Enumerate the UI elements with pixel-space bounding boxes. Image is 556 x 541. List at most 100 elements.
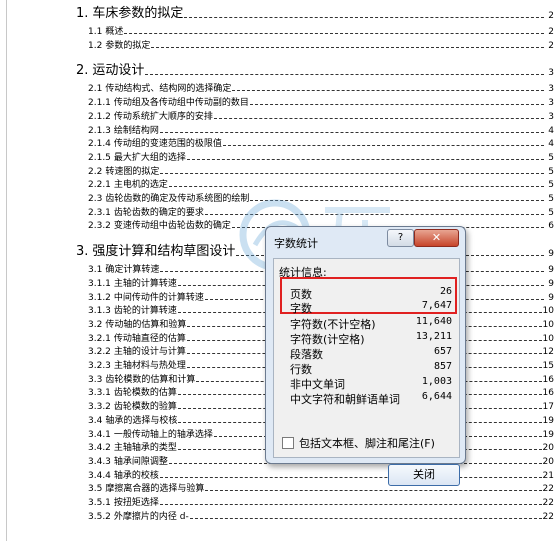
toc-entry[interactable]: 3.5 摩擦离合器的选择与验算 22 [0, 481, 556, 494]
toc-title: 主电机的选定 [113, 180, 168, 191]
toc-page-number: 16 [542, 388, 554, 399]
stat-row-cjk-chars: 中文字符和朝鲜语单词 6,644 [290, 391, 452, 407]
toc-number: 3. [76, 244, 89, 260]
toc-page-number: 5 [548, 207, 554, 218]
toc-title: 传动系统扩大顺序的安排 [113, 111, 213, 122]
toc-entry[interactable]: 2.1.1 传动组及各传动组中传动副的数目 3 [0, 95, 556, 108]
dialog-title: 字数统计 [274, 237, 318, 250]
toc-page-number: 17 [542, 402, 554, 413]
toc-entry[interactable]: 2.3.1 齿轮齿数的确定的要求 5 [0, 205, 556, 218]
toc-entry[interactable]: 2.2 转速图的拟定 5 [0, 164, 556, 177]
stat-label: 段落数 [290, 348, 323, 361]
toc-entry[interactable]: 2.1 传动结构式、结构网的选择确定 3 [0, 81, 556, 94]
toc-page-number: 19 [542, 429, 554, 440]
toc-page-number: 9 [548, 278, 554, 289]
toc-number: 2. [76, 63, 89, 79]
close-x-button[interactable]: ✕ [414, 229, 459, 247]
help-button[interactable]: ? [387, 229, 414, 247]
toc-page-number: 9 [548, 249, 554, 260]
toc-number: 2.3.2 [88, 221, 111, 232]
toc-title: 摩擦离合器的选择与验算 [105, 484, 205, 495]
toc-leader [159, 504, 542, 505]
include-textboxes-option[interactable]: 包括文本框、脚注和尾注 (F) [282, 435, 435, 451]
toc-page-number: 2 [548, 11, 554, 21]
toc-number: 2.2 [88, 166, 103, 177]
toc-page-number: 20 [542, 456, 554, 467]
toc-number: 3.5 [88, 484, 103, 495]
toc-leader [124, 33, 544, 34]
toc-title: 传动轴直径的估算 [113, 333, 186, 344]
toc-title: 转速图的拟定 [105, 166, 160, 177]
toc-page-number: 3 [548, 98, 554, 109]
toc-leader [168, 186, 544, 188]
toc-title: 确定计算转速 [105, 265, 160, 276]
toc-number: 3.5.2 [88, 511, 111, 522]
include-checkbox-accel: (F) [420, 436, 435, 450]
toc-title: 中间传动件的计算转速 [113, 292, 204, 303]
toc-number: 2.1.4 [88, 139, 111, 150]
stat-row-non-chinese-words: 非中文单词 1,003 [290, 376, 452, 392]
toc-page-number: 10 [542, 306, 554, 317]
toc-number: 2.1.3 [88, 125, 111, 136]
toc-page-number: 3 [548, 68, 554, 79]
toc-page-number: 10 [542, 319, 554, 330]
toc-number: 3.1.2 [88, 292, 111, 303]
toc-entry[interactable]: 2.1.5 最大扩大组的选择 5 [0, 150, 556, 163]
stat-value: 13,211 [415, 331, 452, 342]
toc-title: 按扭矩选择 [113, 498, 159, 508]
toc-entry[interactable]: 2.1.3 绘制结构网 4 [0, 123, 556, 136]
toc-entry[interactable]: 1.1 概述 2 [0, 24, 556, 37]
toc-leader [159, 131, 544, 133]
toc-title: 主轴的设计与计算 [113, 347, 186, 358]
toc-page-number: 22 [542, 484, 554, 495]
toc-leader [186, 158, 544, 160]
stat-value: 6,644 [421, 391, 452, 402]
toc-title: 强度计算和结构草图设计 [92, 244, 236, 260]
toc-title: 传动轴的估算和验算 [105, 319, 187, 330]
toc-page-number: 15 [542, 361, 554, 371]
toc-entry[interactable]: 2.2.1 主电机的选定 5 [0, 177, 556, 190]
toc-entry[interactable]: 2.3 齿轮齿数的确定及传动系统图的绘制 5 [0, 191, 556, 204]
toc-entry[interactable]: 2.1.4 传动组的变速范围的极限值 4 [0, 136, 556, 149]
dialog-body: 统计信息: 页数 26 字数 7,647 字符数(不计空格) 11,640 字符… [273, 258, 460, 486]
toc-leader [205, 490, 542, 492]
toc-leader [189, 517, 542, 519]
stat-label: 字数 [290, 302, 312, 315]
toc-number: 3.1.1 [88, 278, 111, 289]
close-button[interactable]: 关闭 [388, 464, 460, 486]
toc-title: 一般传动轴上的轴承选择 [113, 429, 213, 440]
toc-leader [250, 200, 544, 201]
toc-number: 3.1.3 [88, 306, 111, 317]
toc-number: 2.1.1 [88, 98, 111, 109]
toc-leader [222, 145, 544, 147]
toc-entry[interactable]: 3.5.2 外摩擦片的内径 d- 22 [0, 509, 556, 522]
document-page: 1. 车床参数的拟定 2 1.1 概述 2 1.2 参数的拟定 2 2. 运动设计 3 2.1 传动结构式… [0, 0, 556, 541]
toc-entry[interactable]: 3.4.4 轴承的校核 21 [0, 468, 556, 481]
toc-title: 齿轮齿数的确定及传动系统图的绘制 [105, 194, 250, 204]
toc-title: 车床参数的拟定 [92, 6, 184, 21]
toc-title: 变速传动组中齿轮齿数的确定 [113, 221, 231, 232]
toc-page-number: 19 [542, 415, 554, 426]
toc-leader [232, 90, 544, 92]
toc-entry[interactable]: 2.1.2 传动系统扩大顺序的安排 3 [0, 109, 556, 122]
toc-page-number: 4 [548, 139, 554, 150]
toc-page-number: 21 [542, 470, 554, 481]
toc-entry[interactable]: 1.2 参数的拟定 2 [0, 38, 556, 51]
include-checkbox[interactable] [282, 437, 294, 449]
toc-number: 3.2.2 [88, 347, 111, 358]
toc-title: 概述 [105, 27, 124, 37]
toc-number: 1. [76, 6, 89, 21]
toc-number: 2.1 [88, 84, 103, 95]
toc-number: 3.3 [88, 374, 103, 385]
toc-entry[interactable]: 2. 运动设计 3 [0, 59, 556, 78]
toc-leader [151, 46, 544, 48]
stat-label: 中文字符和朝鲜语单词 [290, 393, 400, 406]
toc-title: 参数的拟定 [105, 40, 151, 51]
toc-title: 齿轮模数的估算和计算 [105, 374, 196, 385]
toc-entry[interactable]: 3.5.1 按扭矩选择 22 [0, 495, 556, 508]
stat-label: 字符数(不计空格) [290, 318, 376, 331]
toc-page-number: 9 [548, 265, 554, 276]
stat-row-lines: 行数 857 [290, 361, 452, 377]
stat-value: 657 [433, 346, 452, 357]
toc-entry[interactable]: 1. 车床参数的拟定 2 [0, 2, 556, 21]
